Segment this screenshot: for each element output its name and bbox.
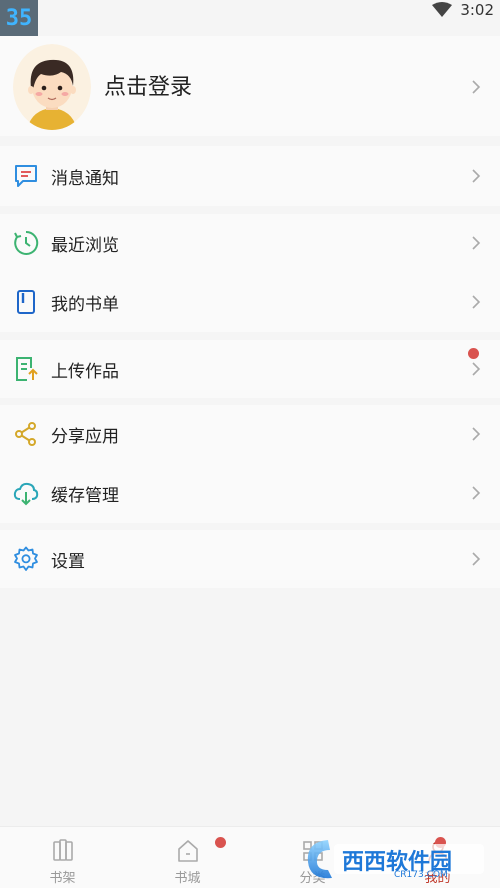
- status-right: 3:02: [432, 0, 494, 20]
- menu-item-label: 设置: [51, 551, 85, 572]
- chevron-right-icon: [472, 169, 481, 183]
- chevron-right-icon: [472, 486, 481, 500]
- wifi-icon: [432, 2, 453, 17]
- menu-item-label: 消息通知: [51, 168, 119, 189]
- notification-dot: [468, 348, 479, 359]
- chevron-right-icon: [472, 236, 481, 250]
- watermark-logo: 西西软件园 CR173.COM: [298, 832, 500, 888]
- chevron-right-icon: [472, 552, 481, 566]
- menu-item-booklist[interactable]: 我的书单: [0, 273, 500, 331]
- menu-item-messages[interactable]: 消息通知: [0, 147, 500, 205]
- chevron-right-icon: [472, 362, 481, 376]
- corner-badge: 35: [0, 0, 38, 36]
- menu-group-upload: 上传作品: [0, 340, 500, 398]
- watermark-domain: CR173.COM: [394, 870, 448, 880]
- menu-item-share[interactable]: 分享应用: [0, 405, 500, 463]
- book-icon: [17, 290, 35, 314]
- menu-item-label: 分享应用: [51, 426, 119, 447]
- clock: 3:02: [460, 1, 494, 19]
- bookshelf-icon: [52, 839, 73, 861]
- notification-dot: [215, 837, 226, 848]
- menu-group-app: 分享应用 缓存管理: [0, 405, 500, 523]
- message-icon: [15, 165, 37, 187]
- tab-label: 书架: [49, 871, 76, 886]
- menu-item-recent[interactable]: 最近浏览: [0, 214, 500, 272]
- home-icon: [177, 840, 198, 862]
- chevron-right-icon: [472, 80, 481, 94]
- login-label[interactable]: 点击登录: [104, 69, 192, 101]
- menu-item-cache[interactable]: 缓存管理: [0, 464, 500, 522]
- menu-item-label: 缓存管理: [51, 485, 119, 506]
- tab-bookstore[interactable]: 书城: [125, 827, 250, 888]
- avatar-icon[interactable]: [13, 44, 91, 130]
- share-icon: [15, 422, 36, 446]
- menu-item-settings[interactable]: 设置: [0, 530, 500, 588]
- gear-icon: [14, 546, 38, 571]
- menu-group-messages: 消息通知: [0, 146, 500, 206]
- tab-label: 书城: [174, 871, 201, 886]
- menu-item-label: 我的书单: [51, 294, 119, 315]
- menu-item-upload[interactable]: 上传作品: [0, 340, 500, 398]
- profile-card[interactable]: 点击登录: [0, 36, 500, 136]
- status-bar: 35 3:02: [0, 0, 500, 36]
- menu-item-label: 上传作品: [51, 361, 119, 382]
- chevron-right-icon: [472, 295, 481, 309]
- menu-group-reading: 最近浏览 我的书单: [0, 214, 500, 332]
- menu-item-label: 最近浏览: [51, 235, 119, 256]
- upload-document-icon: [16, 357, 38, 381]
- chevron-right-icon: [472, 427, 481, 441]
- cloud-download-icon: [13, 482, 39, 506]
- clock-icon: [14, 230, 39, 255]
- tab-bookshelf[interactable]: 书架: [0, 827, 125, 888]
- menu-group-settings: 设置: [0, 530, 500, 588]
